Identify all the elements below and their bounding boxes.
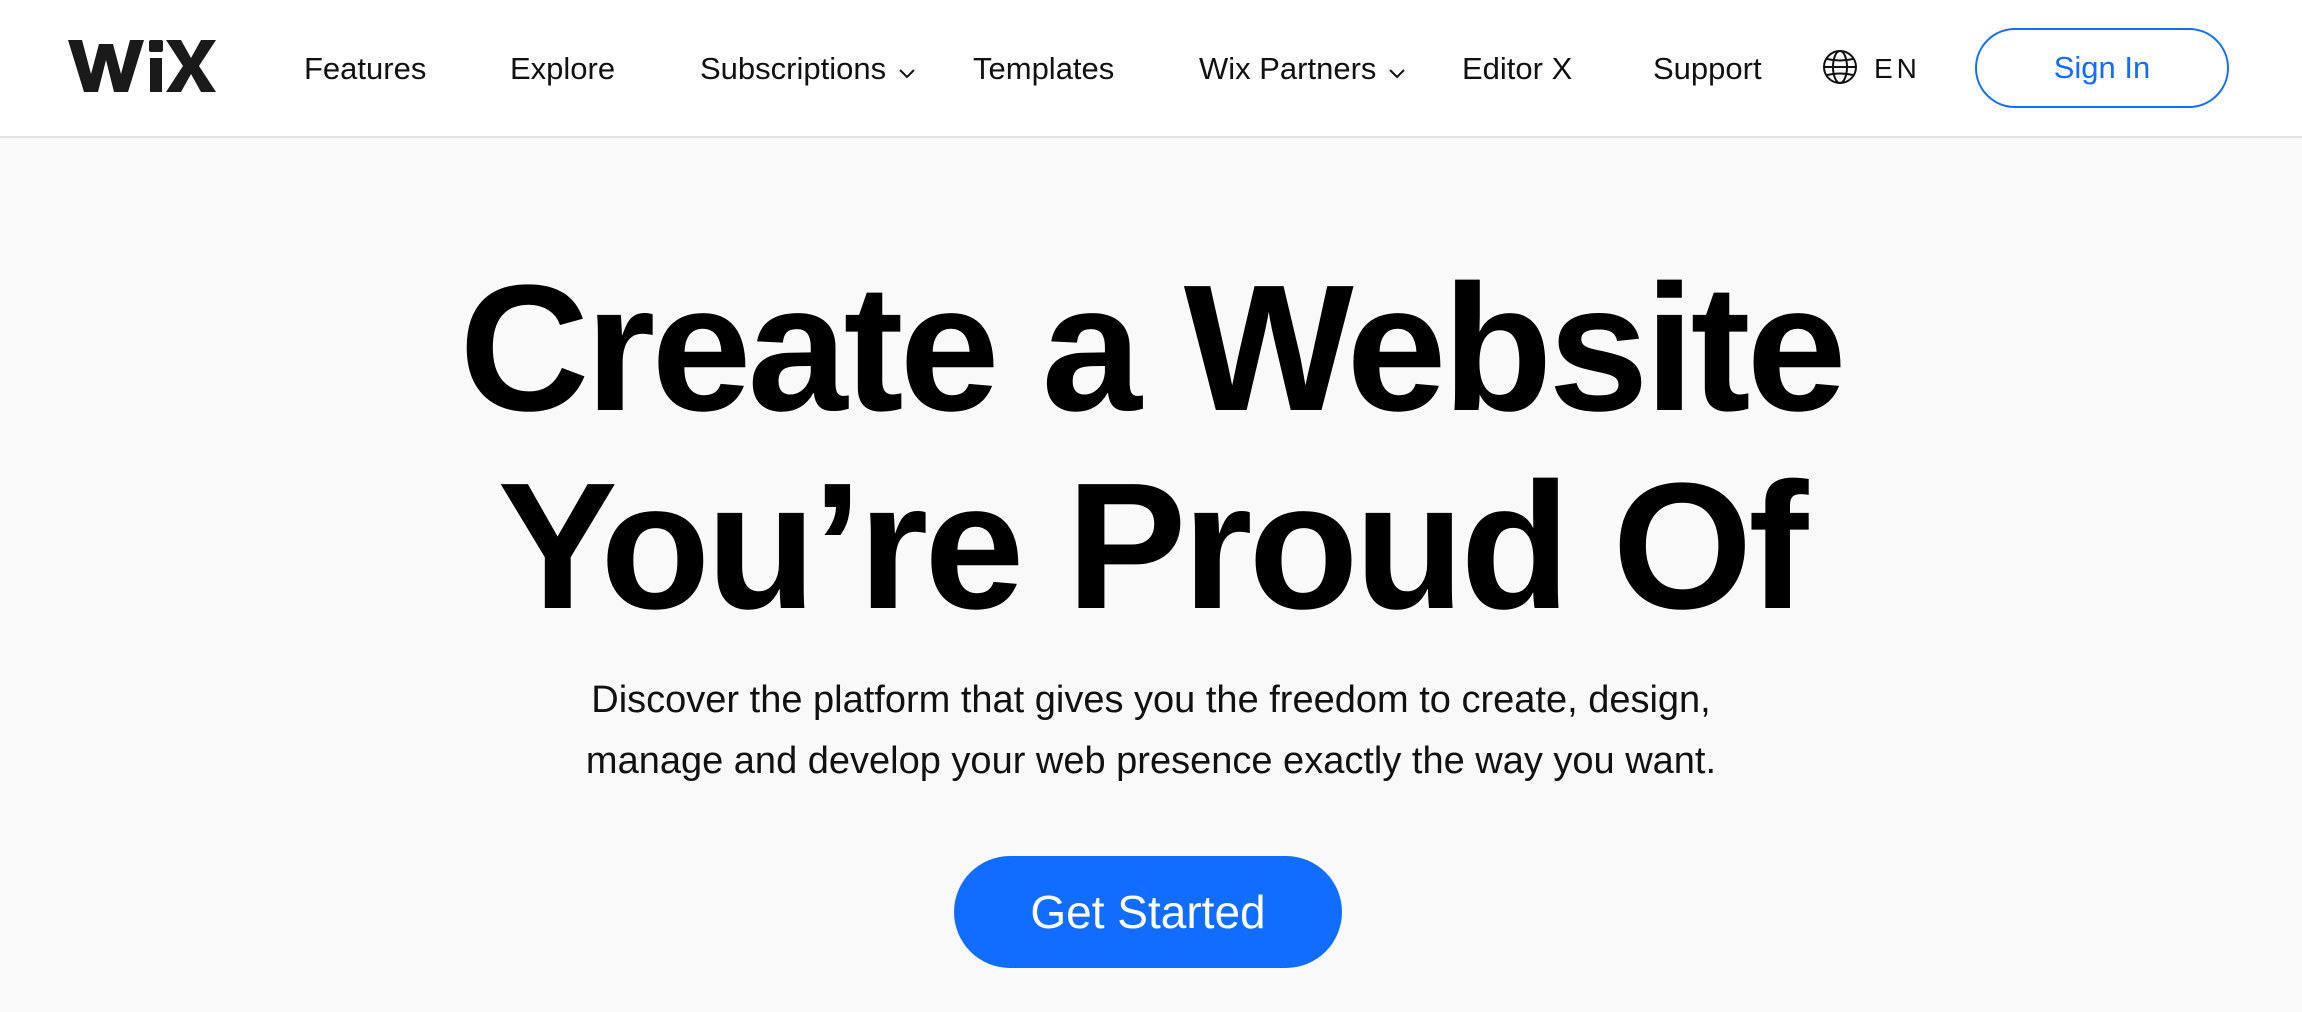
- hero-subtitle: Discover the platform that gives you the…: [0, 670, 2302, 792]
- nav-templates[interactable]: Templates: [973, 0, 1114, 138]
- hero-title-line-1: Create a Website: [459, 248, 1846, 449]
- get-started-button[interactable]: Get Started: [954, 856, 1342, 968]
- site-header: Features Explore Subscriptions Templates…: [0, 0, 2302, 138]
- globe-icon: [1822, 49, 1858, 90]
- hero-title-line-2: You’re Proud Of: [497, 446, 1809, 647]
- chevron-down-icon: [1388, 52, 1406, 88]
- nav-subscriptions[interactable]: Subscriptions: [700, 0, 916, 138]
- nav-subscriptions-label: Subscriptions: [700, 51, 887, 86]
- nav-wix-partners[interactable]: Wix Partners: [1199, 0, 1406, 138]
- nav-explore[interactable]: Explore: [510, 0, 615, 138]
- hero-subtitle-line-1: Discover the platform that gives you the…: [591, 679, 1711, 721]
- nav-templates-label: Templates: [973, 51, 1115, 86]
- language-selector[interactable]: EN: [1822, 0, 1921, 138]
- wix-logo[interactable]: [66, 26, 216, 106]
- nav-features[interactable]: Features: [304, 0, 426, 138]
- nav-wix-partners-label: Wix Partners: [1199, 51, 1377, 86]
- nav-support-label: Support: [1653, 51, 1762, 86]
- nav-features-label: Features: [304, 51, 427, 86]
- hero-subtitle-line-2: manage and develop your web presence exa…: [585, 740, 1717, 782]
- sign-in-button[interactable]: Sign In: [1975, 28, 2229, 108]
- chevron-down-icon: [898, 52, 916, 88]
- hero-title: Create a Website You’re Proud Of: [0, 250, 2302, 646]
- nav-editor-x[interactable]: Editor X: [1462, 0, 1572, 138]
- language-label: EN: [1874, 53, 1921, 84]
- nav-support[interactable]: Support: [1653, 0, 1762, 138]
- nav-editor-x-label: Editor X: [1462, 51, 1573, 86]
- nav-explore-label: Explore: [510, 51, 616, 86]
- wix-logo-icon: [68, 40, 216, 92]
